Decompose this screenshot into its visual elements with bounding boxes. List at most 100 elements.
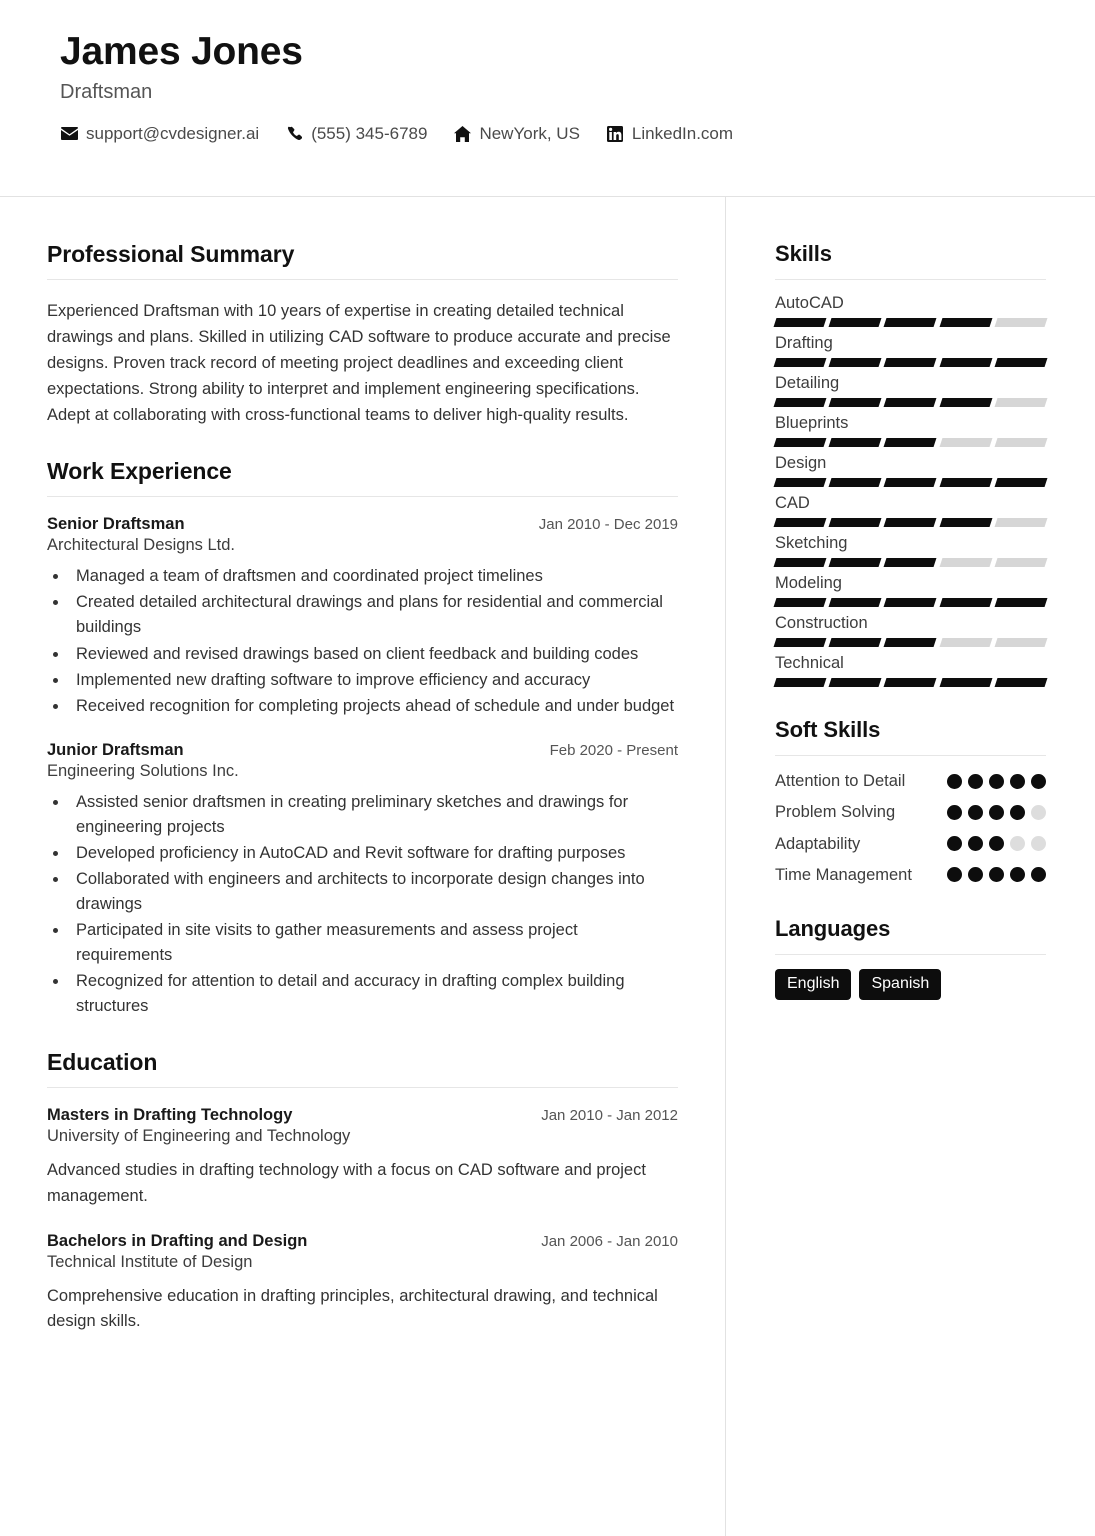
experience-entry-header: Senior Draftsman Jan 2010 - Dec 2019 — [47, 515, 678, 534]
education-list: Masters in Drafting Technology Jan 2010 -… — [47, 1106, 678, 1334]
section-heading-summary: Professional Summary — [47, 241, 678, 280]
contact-phone[interactable]: (555) 345-6789 — [285, 124, 427, 144]
soft-skill-name: Adaptability — [775, 834, 861, 853]
language-chip: Spanish — [859, 969, 942, 1001]
soft-skill-rating — [947, 836, 1046, 852]
contact-linkedin[interactable]: LinkedIn.com — [606, 124, 733, 144]
education-description: Advanced studies in drafting technology … — [47, 1161, 646, 1206]
skill-level-bar — [773, 598, 1048, 607]
skill-row: Construction — [773, 614, 1048, 647]
section-heading-languages: Languages — [775, 916, 1046, 956]
contact-location[interactable]: NewYork, US — [453, 124, 580, 144]
soft-skill-dot — [1010, 836, 1025, 852]
contact-email-value: support@cvdesigner.ai — [86, 123, 260, 143]
education-degree: Bachelors in Drafting and Design — [47, 1231, 308, 1250]
experience-bullet: Reviewed and revised drawings based on c… — [69, 642, 678, 667]
experience-bullet: Recognized for attention to detail and a… — [69, 969, 678, 1019]
experience-entry: Junior Draftsman Feb 2020 - Present Engine… — [47, 741, 678, 1020]
education-school: University of Engineering and Technology — [47, 1127, 351, 1146]
contact-email[interactable]: support@cvdesigner.ai — [60, 124, 259, 144]
skill-bar-segment — [828, 478, 882, 487]
skill-bar-segment — [939, 638, 993, 647]
skill-bar-segment — [994, 358, 1048, 367]
section-heading-soft-skills: Soft Skills — [775, 717, 1046, 756]
phone-icon — [285, 125, 303, 143]
skill-row: Sketching — [773, 534, 1048, 567]
experience-date: Jan 2010 - Dec 2019 — [538, 516, 678, 534]
skill-name: Blueprints — [775, 414, 849, 432]
skill-row: Detailing — [773, 374, 1048, 407]
skill-level-bar — [773, 518, 1048, 527]
soft-skill-dot — [1010, 804, 1025, 820]
skill-bar-segment — [883, 478, 938, 487]
experience-organization: Architectural Designs Ltd. — [47, 536, 236, 555]
skill-level-bar — [773, 358, 1048, 367]
experience-bullet: Collaborated with engineers and architec… — [69, 867, 678, 917]
soft-skill-row: Attention to Detail — [775, 770, 1046, 792]
soft-skill-dot — [989, 867, 1004, 883]
skill-level-bar — [773, 678, 1048, 687]
skill-level-bar — [773, 478, 1048, 487]
sidebar-column: Skills AutoCAD Drafting Detailing Blueprint… — [726, 197, 1095, 1536]
skill-bar-segment — [994, 438, 1048, 447]
language-chip: English — [775, 969, 852, 1001]
resume-page: James Jones Draftsman support@cvdesigner… — [0, 0, 1095, 1536]
experience-bullet-list: Assisted senior draftsmen in creating pr… — [69, 790, 678, 1020]
skill-bar-segment — [883, 358, 938, 367]
skill-name: Drafting — [775, 334, 833, 352]
skill-bar-segment — [883, 598, 938, 607]
soft-skill-dot — [989, 773, 1004, 789]
experience-date: Feb 2020 - Present — [549, 741, 678, 759]
section-heading-education: Education — [47, 1049, 678, 1089]
skill-bar-segment — [828, 558, 882, 567]
skill-name: Technical — [775, 654, 844, 672]
skill-bar-segment — [994, 638, 1048, 647]
skill-bar-segment — [994, 478, 1048, 487]
skill-bar-segment — [773, 638, 827, 647]
education-date: Jan 2010 - Jan 2012 — [541, 1107, 678, 1125]
soft-skill-dot — [947, 867, 962, 883]
soft-skill-name: Time Management — [775, 865, 912, 884]
skill-bar-segment — [883, 678, 938, 687]
skill-bar-segment — [773, 398, 827, 407]
soft-skills-list: Attention to Detail Problem Solving Adapta… — [775, 770, 1046, 886]
full-name: James Jones — [60, 30, 303, 73]
skill-name: AutoCAD — [775, 294, 844, 312]
resume-body: Professional Summary Experienced Draftsm… — [0, 197, 1095, 1536]
skill-name: CAD — [775, 494, 810, 512]
soft-skill-dot — [1031, 867, 1046, 883]
education-entry-header: Masters in Drafting Technology Jan 2010 -… — [47, 1106, 678, 1125]
skill-bar-segment — [994, 518, 1048, 527]
skill-bar-segment — [939, 598, 993, 607]
skill-bar-segment — [828, 638, 882, 647]
experience-role: Senior Draftsman — [47, 515, 185, 534]
education-entry: Masters in Drafting Technology Jan 2010 -… — [47, 1106, 678, 1209]
contact-row: support@cvdesigner.ai (555) 345-6789 New… — [60, 124, 1035, 144]
skill-bar-segment — [994, 678, 1048, 687]
email-icon — [60, 125, 78, 143]
soft-skill-dot — [968, 773, 983, 789]
skill-bar-segment — [828, 358, 882, 367]
soft-skill-rating — [947, 804, 1046, 820]
skill-bar-segment — [994, 398, 1048, 407]
skill-bar-segment — [883, 518, 938, 527]
skill-bar-segment — [939, 398, 993, 407]
skill-bar-segment — [883, 638, 938, 647]
experience-bullet: Managed a team of draftsmen and coordina… — [69, 564, 678, 589]
skill-level-bar — [773, 438, 1048, 447]
skill-row: Modeling — [773, 574, 1048, 607]
skill-bar-segment — [939, 358, 993, 367]
home-icon — [453, 125, 471, 143]
skill-bar-segment — [773, 558, 827, 567]
contact-linkedin-value: LinkedIn.com — [631, 123, 734, 143]
skill-bar-segment — [828, 518, 882, 527]
languages-list: English Spanish — [775, 969, 1046, 1001]
soft-skill-dot — [989, 836, 1004, 852]
soft-skill-dot — [968, 804, 983, 820]
skill-name: Design — [775, 454, 827, 472]
skill-bar-segment — [773, 678, 827, 687]
skill-row: Design — [773, 454, 1048, 487]
skill-bar-segment — [883, 438, 938, 447]
soft-skill-row: Adaptability — [775, 833, 1046, 855]
section-professional-summary: Professional Summary Experienced Draftsm… — [47, 241, 678, 428]
